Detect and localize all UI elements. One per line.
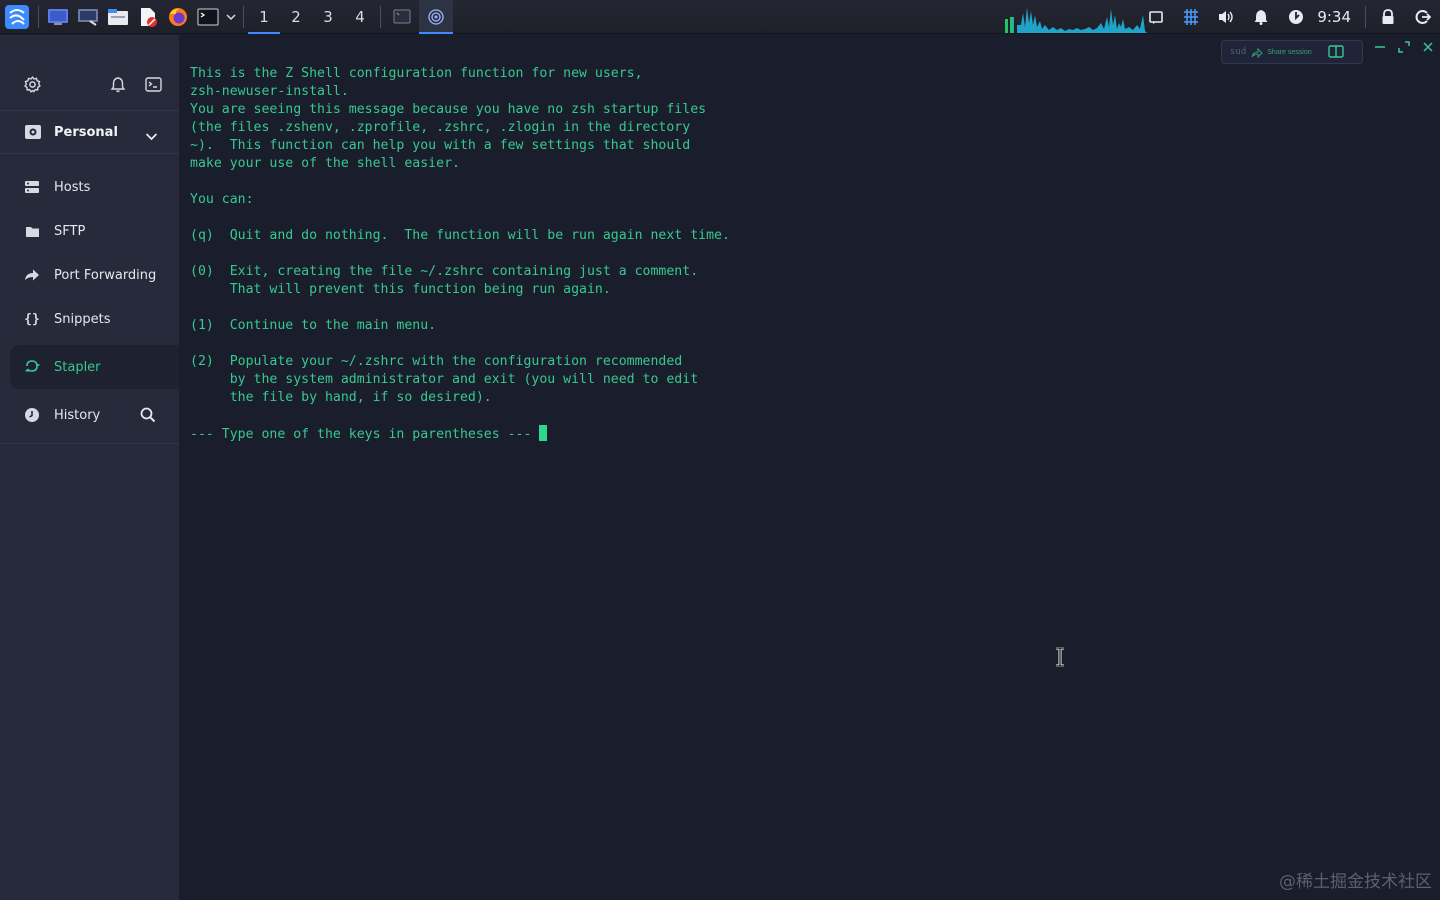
sidebar-item-port-forwarding[interactable]: Port Forwarding xyxy=(0,253,179,297)
sidebar-item-label: Hosts xyxy=(54,179,91,195)
notification-bell-icon[interactable] xyxy=(109,75,127,93)
settings-gear-icon[interactable] xyxy=(23,75,41,93)
terminal-line: (the files .zshenv, .zprofile, .zshrc, .… xyxy=(190,120,691,135)
show-desktop-icon[interactable] xyxy=(43,0,73,34)
maximize-icon[interactable] xyxy=(1396,39,1412,55)
sidebar: Personal Hosts SFTP Port Forwarding {} S… xyxy=(0,35,179,900)
hosts-icon xyxy=(24,179,40,195)
volume-icon[interactable] xyxy=(1208,0,1243,34)
sidebar-item-label: History xyxy=(54,407,101,423)
terminal-line: by the system administrator and exit (yo… xyxy=(190,372,699,387)
sudo-indicator[interactable]: sud xyxy=(1230,47,1246,57)
workspace-4[interactable]: 4 xyxy=(344,0,376,34)
input-method-icon[interactable] xyxy=(1173,0,1208,34)
terminal-toolbar: sud Share session xyxy=(1221,40,1363,64)
sidebar-item-label: Snippets xyxy=(54,311,111,327)
logout-icon[interactable] xyxy=(1405,0,1440,34)
terminal-line: make your use of the shell easier. xyxy=(190,156,460,171)
sidebar-item-history[interactable]: History xyxy=(0,393,179,437)
split-view-icon[interactable] xyxy=(1327,43,1344,62)
workspace-2[interactable]: 2 xyxy=(280,0,312,34)
vault-selector[interactable]: Personal xyxy=(0,110,179,154)
terminal-line: This is the Z Shell configuration functi… xyxy=(190,66,643,81)
sidebar-item-hosts[interactable]: Hosts xyxy=(0,165,179,209)
terminal-icon[interactable] xyxy=(193,0,223,34)
sidebar-item-label: Stapler xyxy=(54,359,101,375)
terminal-line: ~). This function can help you with a fe… xyxy=(190,138,691,153)
clock-icon xyxy=(24,407,40,423)
stapler-icon xyxy=(24,359,40,375)
terminal-cursor xyxy=(539,425,548,441)
terminal-line: (2) Populate your ~/.zshrc with the conf… xyxy=(190,354,683,369)
network-icon[interactable] xyxy=(1278,0,1313,34)
chevron-down-icon[interactable] xyxy=(223,0,239,34)
folder-icon xyxy=(24,223,40,239)
terminal-icon[interactable] xyxy=(144,75,162,93)
display-icon[interactable] xyxy=(73,0,103,34)
chevron-down-icon[interactable] xyxy=(145,126,158,145)
sidebar-item-snippets[interactable]: {} Snippets xyxy=(0,297,179,341)
share-session-button[interactable]: Share session xyxy=(1267,49,1311,56)
port-forwarding-icon xyxy=(24,267,40,283)
notification-bell-icon[interactable] xyxy=(1243,0,1278,34)
workspace-1[interactable]: 1 xyxy=(248,0,280,34)
sidebar-item-label: SFTP xyxy=(54,223,86,239)
braces-icon: {} xyxy=(24,311,40,327)
terminal-line: You are seeing this message because you … xyxy=(190,102,707,117)
task-terminal-window[interactable] xyxy=(385,0,419,34)
system-monitor-graph xyxy=(1005,7,1147,33)
terminal-line: You can: xyxy=(190,192,254,207)
terminal-line: the file by hand, if so desired). xyxy=(190,390,492,405)
terminal-prompt: --- Type one of the keys in parentheses … xyxy=(190,427,540,442)
document-icon[interactable] xyxy=(133,0,163,34)
text-cursor-icon xyxy=(1056,647,1064,667)
terminal-line: That will prevent this function being ru… xyxy=(190,282,611,297)
sidebar-header xyxy=(0,35,179,110)
clipboard-icon[interactable] xyxy=(1138,0,1173,34)
share-icon xyxy=(1251,43,1263,62)
clock[interactable]: 9:34 xyxy=(1313,8,1361,26)
sidebar-item-label: Port Forwarding xyxy=(54,267,157,283)
minimize-icon[interactable] xyxy=(1372,39,1388,55)
firefox-icon[interactable] xyxy=(163,0,193,34)
search-icon[interactable] xyxy=(140,407,156,427)
terminal-line: (0) Exit, creating the file ~/.zshrc con… xyxy=(190,264,699,279)
start-menu-icon[interactable] xyxy=(0,0,34,34)
task-termius-window[interactable] xyxy=(419,0,453,34)
terminal-line: zsh-newuser-install. xyxy=(190,84,349,99)
terminal-line: (q) Quit and do nothing. The function wi… xyxy=(190,228,730,243)
file-manager-icon[interactable] xyxy=(103,0,133,34)
sidebar-item-sftp[interactable]: SFTP xyxy=(0,209,179,253)
sidebar-item-stapler[interactable]: Stapler xyxy=(10,345,179,389)
vault-label: Personal xyxy=(54,124,118,140)
terminal-prompt-line: --- Type one of the keys in parentheses … xyxy=(190,425,730,444)
lock-icon[interactable] xyxy=(1370,0,1405,34)
terminal-line: (1) Continue to the main menu. xyxy=(190,318,437,333)
terminal-panel[interactable]: sud Share session This is the Z Shell co… xyxy=(179,35,1440,900)
watermark: @稀土掘金技术社区 xyxy=(1279,872,1432,892)
taskbar: 1 2 3 4 9:34 xyxy=(0,0,1440,34)
terminal-output[interactable]: This is the Z Shell configuration functi… xyxy=(190,65,730,444)
close-icon[interactable] xyxy=(1420,39,1436,55)
vault-icon xyxy=(24,124,42,144)
workspace-3[interactable]: 3 xyxy=(312,0,344,34)
